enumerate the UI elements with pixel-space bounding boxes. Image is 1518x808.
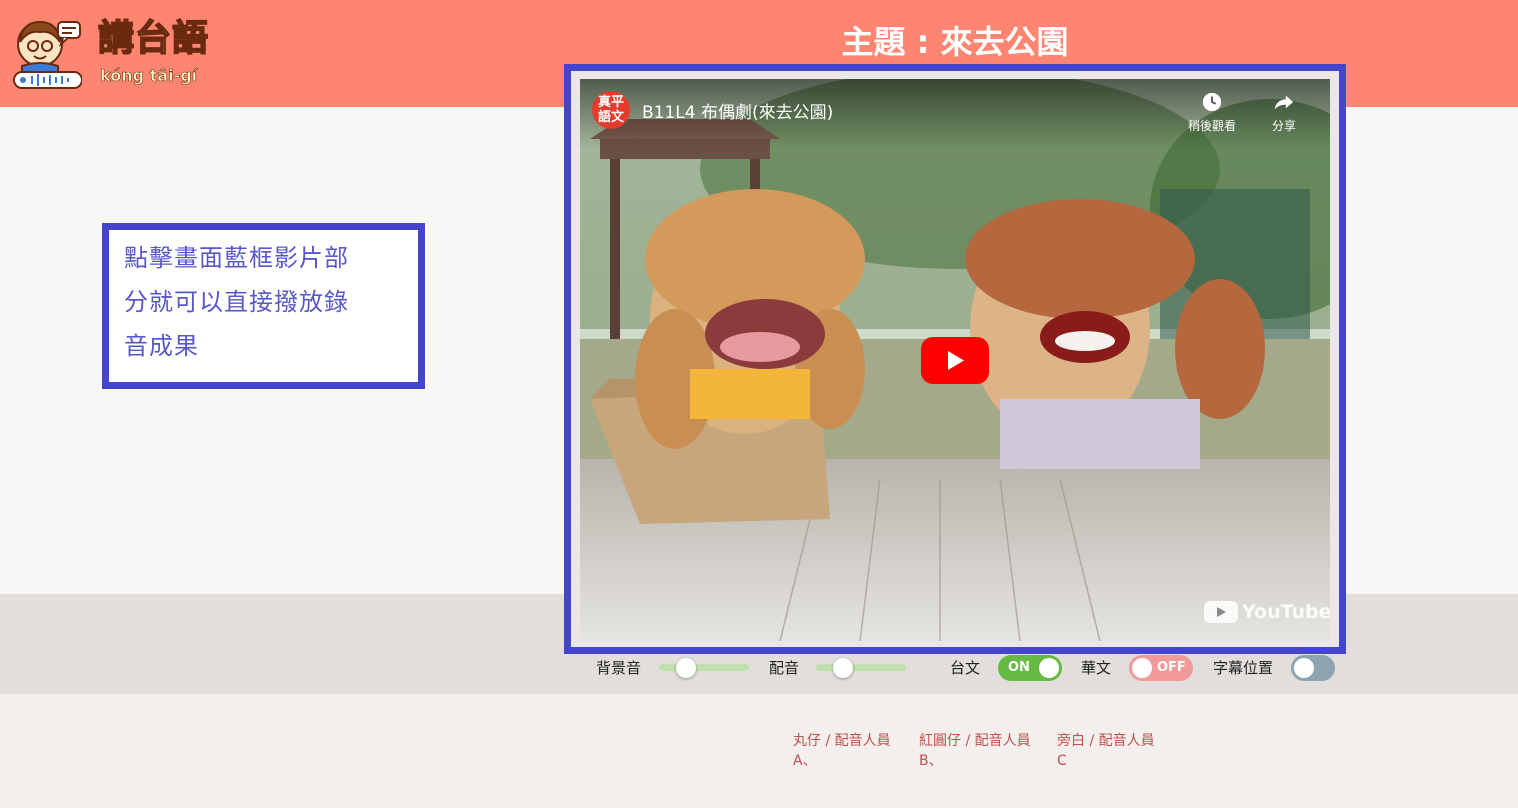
channel-avatar[interactable]: 真平 語文 [592,91,630,129]
credit-name: A、 [793,753,817,769]
share-icon [1274,95,1294,110]
taiwanese-toggle-knob [1039,658,1059,678]
credit-role: 旁白 / 配音人員 [1057,733,1155,749]
youtube-wordmark: YouTube [1242,601,1330,623]
credit-name: B、 [919,753,943,769]
subtitle-position-toggle-knob [1294,658,1314,678]
credit-item: 紅圓仔 / 配音人員 B、 [919,731,1031,771]
logo-face-icon [13,20,82,89]
youtube-logo[interactable]: YouTube [1204,599,1330,625]
play-button[interactable] [921,337,989,384]
taiwanese-label: 台文 [950,659,981,677]
instruction-box: 點擊畫面藍框影片部 分就可以直接撥放錄 音成果 [102,223,425,389]
bgm-label: 背景音 [596,659,642,677]
watch-later-label: 稍後觀看 [1187,119,1236,133]
dub-slider[interactable] [816,664,906,671]
subtitle-position-label: 字幕位置 [1213,659,1274,677]
taiwanese-toggle[interactable]: ON [998,655,1062,681]
dub-slider-knob[interactable] [833,658,853,678]
instruction-line: 音成果 [124,332,199,360]
share-label: 分享 [1271,119,1296,133]
mandarin-label: 華文 [1081,659,1112,677]
video-frame: 真平 語文 B11L4 布偶劇(來去公園) 稍後觀看 分享 YouTube [564,64,1346,654]
bgm-slider[interactable] [659,664,749,671]
instruction-line: 分就可以直接撥放錄 [124,288,349,316]
instruction-line: 點擊畫面藍框影片部 [124,244,349,272]
page-title: 主題 : 來去公園 [841,23,1069,61]
watch-later-button[interactable]: 稍後觀看 [1180,91,1244,134]
play-icon [948,351,964,370]
subtitle-position-toggle[interactable] [1291,655,1335,681]
dub-label: 配音 [769,659,800,677]
logo-subtitle: kóng tâi-gí [100,66,198,86]
credit-name: C [1057,753,1067,769]
video-player[interactable]: 真平 語文 B11L4 布偶劇(來去公園) 稍後觀看 分享 YouTube [580,79,1330,641]
credit-item: 旁白 / 配音人員 C [1057,731,1155,771]
mandarin-toggle[interactable]: OFF [1129,655,1193,681]
video-title[interactable]: B11L4 布偶劇(來去公園) [642,98,833,123]
credit-item: 丸仔 / 配音人員 A、 [793,731,891,771]
logo-title: 講台語 [97,17,210,60]
share-button[interactable]: 分享 [1252,91,1316,134]
mandarin-toggle-state: OFF [1157,660,1186,675]
taiwanese-toggle-state: ON [1008,660,1030,675]
credit-role: 紅圓仔 / 配音人員 [919,733,1031,749]
video-title-bar: 真平 語文 B11L4 布偶劇(來去公園) 稍後觀看 分享 [580,79,1330,149]
mandarin-toggle-knob [1132,658,1152,678]
youtube-icon [1204,601,1238,623]
site-logo[interactable]: 講台語 kóng tâi-gí [12,14,242,90]
bgm-slider-knob[interactable] [676,658,696,678]
clock-icon [1202,92,1222,112]
credit-role: 丸仔 / 配音人員 [793,733,891,749]
